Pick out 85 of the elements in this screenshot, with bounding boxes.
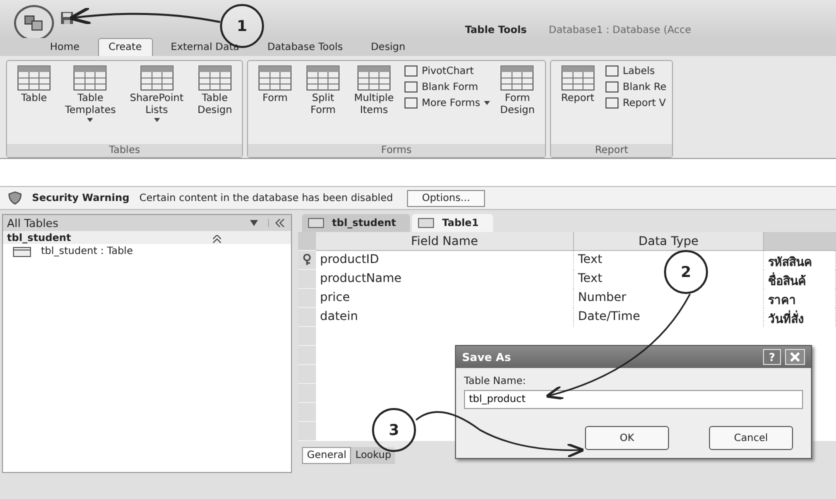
security-warning-message: Certain content in the database has been disabled — [139, 192, 393, 204]
office-logo-icon — [23, 14, 45, 32]
ribbon-button[interactable]: Table Templates — [61, 63, 120, 124]
dropdown-icon[interactable] — [250, 220, 258, 226]
security-warning-title: Security Warning — [32, 192, 130, 204]
ribbon-button[interactable]: PivotChart — [404, 65, 490, 77]
contextual-tab-title: Table Tools — [465, 25, 527, 36]
ribbon-button[interactable]: Split Form — [302, 63, 344, 118]
cancel-button[interactable]: Cancel — [709, 426, 793, 450]
table-cell: ราคา — [764, 289, 836, 308]
close-button[interactable] — [785, 349, 805, 365]
ribbon-button[interactable]: Form Design — [496, 63, 539, 118]
window-title: Database1 : Database (Acce — [548, 25, 692, 36]
ribbon-button[interactable]: SharePoint Lists — [126, 63, 188, 124]
ribbon-tab[interactable]: Database Tools — [257, 38, 353, 56]
form-icon — [404, 97, 418, 109]
ribbon-button[interactable]: Multiple Items — [350, 63, 398, 118]
ribbon-button[interactable]: Form — [254, 63, 296, 106]
table-cell: price — [316, 289, 574, 308]
table-cell: datein — [316, 308, 574, 327]
ribbon-tab[interactable]: Design — [360, 38, 416, 56]
table-icon — [140, 65, 174, 91]
key-icon — [302, 254, 312, 266]
table-name-field[interactable]: tbl_product — [464, 390, 803, 409]
table-icon — [560, 65, 595, 91]
options-button[interactable]: Options... — [406, 190, 486, 206]
table-cell: Number — [574, 289, 764, 308]
row-selector[interactable] — [298, 251, 316, 270]
table-cell: รหัสสินค — [764, 251, 836, 270]
ribbon-button[interactable]: Table — [13, 63, 55, 106]
group-label: Report — [550, 144, 672, 157]
ribbon-button[interactable]: Report V — [604, 97, 666, 109]
ribbon-tab[interactable]: Home — [40, 38, 90, 56]
form-icon — [604, 65, 619, 77]
column-header: Data Type — [574, 232, 764, 251]
ribbon-button[interactable]: Report — [556, 63, 599, 106]
document-tab[interactable]: tbl_student — [302, 214, 410, 232]
table-icon — [306, 65, 340, 91]
document-tab[interactable]: Table1 — [412, 214, 493, 232]
form-icon — [404, 81, 418, 93]
nav-group-header[interactable]: tbl_student — [3, 231, 291, 244]
step-number: 3 — [372, 408, 416, 452]
ok-button[interactable]: OK — [585, 426, 669, 450]
ribbon-button[interactable]: More Forms — [404, 97, 490, 109]
property-tab[interactable]: General — [302, 447, 352, 464]
office-button[interactable] — [14, 5, 54, 41]
table-icon — [500, 65, 534, 91]
table-cell: productID — [316, 251, 574, 270]
table-icon — [198, 65, 232, 91]
header-corner — [298, 232, 316, 251]
form-icon — [604, 97, 619, 109]
table-icon — [73, 65, 108, 91]
table-cell: วันที่สั่ง — [764, 308, 836, 327]
table-cell: Date/Time — [574, 308, 764, 327]
column-header — [764, 232, 836, 251]
nav-item[interactable]: tbl_student : Table — [3, 244, 291, 259]
chevron-left-icon — [275, 219, 285, 227]
group-label: Forms — [248, 144, 545, 157]
ribbon-button[interactable]: Table Design — [194, 63, 236, 118]
table-icon — [17, 65, 51, 91]
field-label: Table Name: — [464, 376, 527, 387]
dialog-title: Save As — [462, 350, 512, 364]
ribbon-button[interactable]: Blank Re — [604, 81, 666, 93]
table-icon — [356, 65, 391, 91]
shield-icon — [8, 191, 22, 205]
table-icon — [308, 218, 324, 228]
table-icon — [13, 246, 31, 256]
save-icon[interactable] — [60, 11, 74, 25]
table-cell: productName — [316, 270, 574, 289]
caret-icon — [154, 118, 160, 122]
form-icon — [604, 81, 619, 93]
column-header: Field Name — [316, 232, 574, 251]
table-icon — [258, 65, 292, 91]
caret-icon — [484, 101, 490, 105]
help-button[interactable]: ? — [763, 349, 781, 365]
caret-icon — [87, 118, 94, 122]
table-cell: ชื่อสินค้ — [764, 270, 836, 289]
form-icon — [404, 65, 418, 77]
property-tab[interactable]: Lookup — [351, 447, 396, 464]
ribbon-button[interactable]: Labels — [604, 65, 666, 77]
ribbon-tab[interactable]: Create — [98, 38, 153, 56]
close-icon — [790, 352, 800, 362]
table-icon — [418, 218, 434, 228]
ribbon-button[interactable]: Blank Form — [404, 81, 490, 93]
group-label: Tables — [7, 144, 242, 157]
